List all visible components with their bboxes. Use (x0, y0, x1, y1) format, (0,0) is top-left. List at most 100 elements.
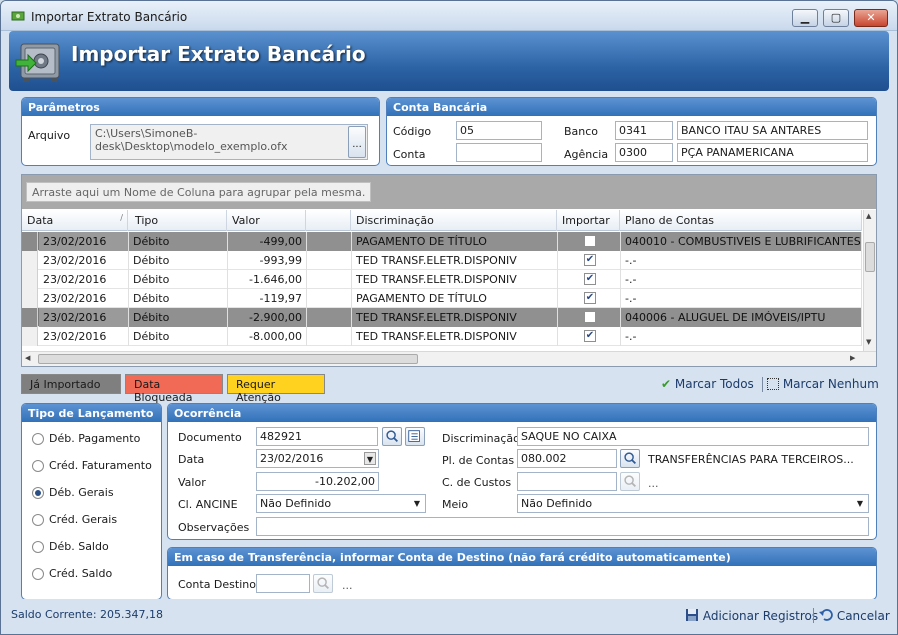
table-cell-plano[interactable]: -.- (621, 251, 862, 270)
discriminacao-input[interactable]: SAQUE NO CAIXA (517, 427, 869, 446)
table-row[interactable]: 23/02/2016 Débito -119,97 PAGAMENTO DE TÍTU… (22, 289, 862, 308)
grid-vertical-thumb[interactable] (865, 242, 875, 272)
table-cell-plano[interactable]: 040006 - ALUGUEL DE IMÓVEIS/IPTU (621, 308, 862, 327)
radio-button[interactable] (32, 514, 44, 526)
grid-horizontal-thumb[interactable] (38, 354, 418, 364)
table-cell-disc[interactable]: TED TRANSF.ELETR.DISPONIV (352, 308, 558, 327)
table-cell-valor[interactable]: -2.900,00 (228, 308, 307, 327)
cancelar-button[interactable]: Cancelar (819, 608, 890, 623)
table-cell-blank[interactable] (307, 308, 352, 327)
table-cell-blank[interactable] (307, 232, 352, 251)
radio-option-label[interactable]: Créd. Faturamento (49, 459, 152, 472)
table-cell-plano[interactable]: -.- (621, 327, 862, 346)
table-row[interactable]: 23/02/2016 Débito -2.900,00 TED TRANSF.ELET… (22, 308, 862, 327)
observacoes-input[interactable] (256, 517, 869, 536)
importar-checkbox[interactable]: ✔ (584, 330, 596, 342)
table-cell-valor[interactable]: -119,97 (228, 289, 307, 308)
grid-horizontal-scrollbar[interactable]: ◀ ▶ (22, 351, 876, 366)
table-cell-data[interactable]: 23/02/2016 (39, 232, 129, 251)
table-cell-data[interactable]: 23/02/2016 (39, 289, 129, 308)
table-row[interactable]: 23/02/2016 Débito -993,99 TED TRANSF.ELETR.… (22, 251, 862, 270)
table-row[interactable]: 23/02/2016 Débito -499,00 PAGAMENTO DE TÍTU… (22, 232, 862, 251)
radio-option-label[interactable]: Créd. Saldo (49, 567, 112, 580)
maximize-button[interactable]: ▢ (823, 9, 849, 27)
table-cell-tipo[interactable]: Débito (129, 289, 228, 308)
group-by-area[interactable]: Arraste aqui um Nome de Coluna para agru… (22, 175, 876, 209)
column-header-plano[interactable]: Plano de Contas (621, 210, 862, 231)
row-selector[interactable] (22, 232, 38, 251)
documento-input[interactable]: 482921 (256, 427, 378, 446)
table-cell-disc[interactable]: PAGAMENTO DE TÍTULO (352, 232, 558, 251)
ancine-select[interactable]: Não Definido ▼ (256, 494, 426, 513)
custos-input[interactable] (517, 472, 617, 491)
table-cell-valor[interactable]: -1.646,00 (228, 270, 307, 289)
conta-destino-input[interactable] (256, 574, 310, 593)
plano-contas-search-button[interactable] (620, 449, 640, 468)
table-cell-disc[interactable]: PAGAMENTO DE TÍTULO (352, 289, 558, 308)
table-cell-tipo[interactable]: Débito (129, 232, 228, 251)
column-header-blank[interactable] (307, 210, 351, 231)
meio-select[interactable]: Não Definido ▼ (517, 494, 869, 513)
radio-option-label[interactable]: Déb. Gerais (49, 486, 114, 499)
marcar-nenhum-button[interactable]: Marcar Nenhum (767, 377, 879, 391)
importar-checkbox[interactable]: ✔ (584, 273, 596, 285)
table-cell-data[interactable]: 23/02/2016 (39, 308, 129, 327)
grid-vertical-scrollbar[interactable]: ▲ ▼ (863, 210, 876, 351)
radio-button[interactable] (32, 568, 44, 580)
minimize-button[interactable]: ▁ (792, 9, 818, 27)
radio-button[interactable] (32, 541, 44, 553)
table-cell-blank[interactable] (307, 289, 352, 308)
column-header-discriminacao[interactable]: Discriminação (352, 210, 557, 231)
arquivo-field[interactable]: C:\Users\SimoneB- desk\Desktop\modelo_ex… (90, 124, 368, 160)
importar-checkbox[interactable] (584, 235, 596, 247)
custos-search-button[interactable] (620, 472, 640, 491)
table-cell-importar[interactable] (558, 232, 621, 251)
radio-option-label[interactable]: Déb. Pagamento (49, 432, 140, 445)
table-cell-tipo[interactable]: Débito (129, 308, 228, 327)
table-cell-importar[interactable]: ✔ (558, 289, 621, 308)
scroll-up-icon[interactable]: ▲ (866, 212, 871, 220)
row-selector[interactable] (22, 327, 38, 346)
table-cell-disc[interactable]: TED TRANSF.ELETR.DISPONIV (352, 327, 558, 346)
table-cell-plano[interactable]: -.- (621, 270, 862, 289)
table-cell-importar[interactable] (558, 308, 621, 327)
row-selector[interactable] (22, 289, 38, 308)
table-cell-blank[interactable] (307, 270, 352, 289)
marcar-todos-button[interactable]: ✔ Marcar Todos (661, 377, 754, 391)
adicionar-registros-button[interactable]: Adicionar Registros (685, 608, 818, 623)
table-cell-valor[interactable]: -499,00 (228, 232, 307, 251)
table-cell-data[interactable]: 23/02/2016 (39, 327, 129, 346)
table-row[interactable]: 23/02/2016 Débito -1.646,00 TED TRANSF.ELET… (22, 270, 862, 289)
documento-list-button[interactable] (405, 427, 425, 446)
table-cell-valor[interactable]: -8.000,00 (228, 327, 307, 346)
table-cell-plano[interactable]: 040010 - COMBUSTIVEIS E LUBRIFICANTES (621, 232, 862, 251)
scroll-left-icon[interactable]: ◀ (25, 354, 30, 362)
table-cell-data[interactable]: 23/02/2016 (39, 251, 129, 270)
plano-contas-input[interactable]: 080.002 (517, 449, 617, 468)
table-cell-disc[interactable]: TED TRANSF.ELETR.DISPONIV (352, 270, 558, 289)
table-cell-blank[interactable] (307, 251, 352, 270)
row-selector[interactable] (22, 270, 38, 289)
table-cell-tipo[interactable]: Débito (129, 327, 228, 346)
table-cell-importar[interactable]: ✔ (558, 270, 621, 289)
table-cell-plano[interactable]: -.- (621, 289, 862, 308)
valor-input[interactable]: -10.202,00 (256, 472, 379, 491)
conta-input[interactable] (456, 143, 542, 162)
radio-button[interactable] (32, 487, 44, 499)
column-header-importar[interactable]: Importar (558, 210, 620, 231)
importar-checkbox[interactable] (584, 311, 596, 323)
table-cell-tipo[interactable]: Débito (129, 251, 228, 270)
dropdown-arrow-icon[interactable]: ▼ (364, 452, 376, 465)
column-header-tipo[interactable]: Tipo (129, 210, 227, 231)
table-cell-disc[interactable]: TED TRANSF.ELETR.DISPONIV (352, 251, 558, 270)
radio-button[interactable] (32, 433, 44, 445)
banco-code-input[interactable]: 0341 (615, 121, 673, 140)
table-cell-blank[interactable] (307, 327, 352, 346)
table-cell-importar[interactable]: ✔ (558, 327, 621, 346)
scroll-down-icon[interactable]: ▼ (866, 338, 871, 346)
table-cell-tipo[interactable]: Débito (129, 270, 228, 289)
table-cell-data[interactable]: 23/02/2016 (39, 270, 129, 289)
conta-destino-search-button[interactable] (313, 574, 333, 593)
column-header-valor[interactable]: Valor (228, 210, 306, 231)
radio-button[interactable] (32, 460, 44, 472)
